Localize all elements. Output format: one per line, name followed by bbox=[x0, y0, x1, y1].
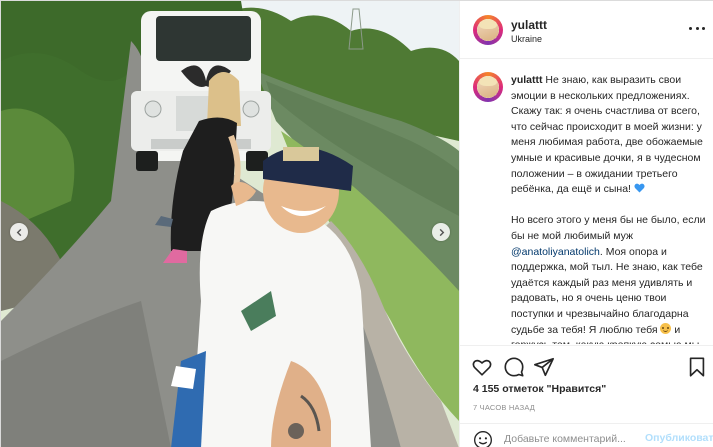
mention-link[interactable]: @anatoliyanatolich bbox=[511, 246, 600, 258]
publish-comment-button[interactable]: Опубликовать bbox=[645, 432, 713, 444]
likes-count[interactable]: 4 155 отметок "Нравится" bbox=[473, 383, 606, 395]
more-options-icon[interactable] bbox=[689, 23, 705, 33]
comment-input[interactable] bbox=[504, 431, 634, 447]
post-timestamp[interactable]: 7 ЧАСОВ НАЗАД bbox=[473, 403, 535, 412]
post-side-panel: yulattt Ukraine yulattt Не знаю, как выр… bbox=[459, 1, 713, 447]
instagram-post-window: yulattt Ukraine yulattt Не знаю, как выр… bbox=[0, 0, 713, 447]
post-photo[interactable] bbox=[1, 1, 459, 447]
previous-photo-button[interactable] bbox=[10, 223, 28, 241]
photo-illustration bbox=[1, 1, 459, 447]
caption-paragraph-2: Но всего этого у меня бы не было, если б… bbox=[511, 214, 706, 242]
comment-composer: Опубликовать bbox=[460, 423, 713, 447]
smiling-emoji-icon bbox=[660, 322, 672, 334]
caption-author-avatar[interactable] bbox=[473, 72, 503, 102]
bookmark-icon[interactable] bbox=[686, 356, 708, 378]
caption-paragraph-1: Не знаю, как выразить свои эмоции в неск… bbox=[511, 74, 703, 196]
chevron-right-icon bbox=[439, 228, 444, 236]
comment-icon[interactable] bbox=[503, 356, 525, 378]
heart-icon[interactable] bbox=[471, 356, 493, 378]
author-avatar[interactable] bbox=[473, 15, 503, 45]
share-icon[interactable] bbox=[533, 356, 555, 378]
caption-paragraph-2-cont: . Моя опора и поддержка, мой тыл. Не зна… bbox=[511, 245, 703, 336]
post-header: yulattt Ukraine bbox=[460, 1, 713, 59]
emoji-icon[interactable] bbox=[473, 430, 493, 447]
next-photo-button[interactable] bbox=[432, 223, 450, 241]
author-username[interactable]: yulattt bbox=[511, 18, 547, 32]
caption-author-username[interactable]: yulattt bbox=[511, 74, 543, 86]
post-caption: yulattt Не знаю, как выразить свои эмоци… bbox=[511, 73, 707, 344]
blue-heart-icon bbox=[634, 183, 645, 193]
chevron-left-icon bbox=[16, 228, 21, 236]
post-actions: 4 155 отметок "Нравится" 7 ЧАСОВ НАЗАД О… bbox=[460, 345, 713, 447]
post-location[interactable]: Ukraine bbox=[511, 34, 542, 44]
